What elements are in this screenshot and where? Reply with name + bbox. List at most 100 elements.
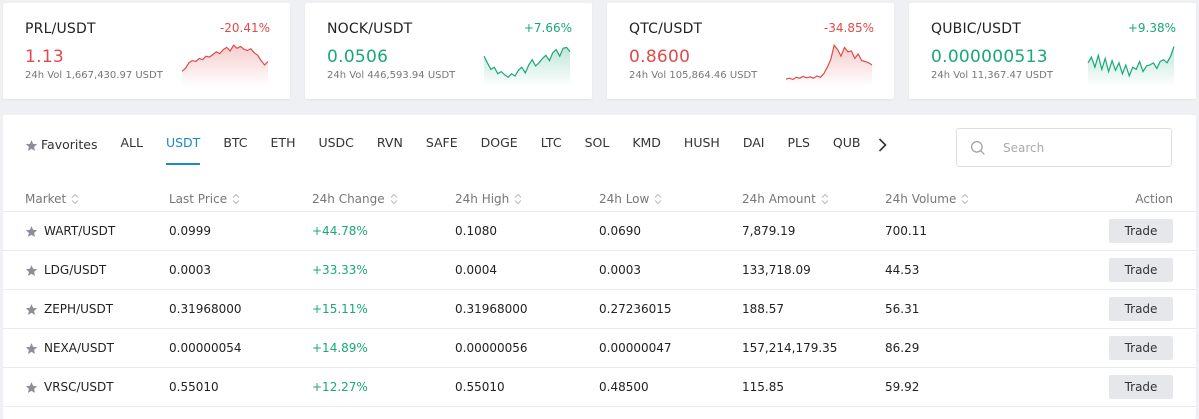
last-price: 0.55010 — [169, 380, 219, 394]
trade-button[interactable]: Trade — [1109, 297, 1173, 321]
tab-usdc[interactable]: USDC — [318, 133, 353, 157]
markets-page: PRL/USDT -20.41% 1.13 24h Vol 1,667,430.… — [0, 0, 1199, 419]
ticker-change: -20.41% — [219, 21, 270, 35]
sparkline-area — [484, 47, 570, 87]
ticker-card[interactable]: QTC/USDT -34.85% 0.8600 24h Vol 105,864.… — [607, 3, 894, 99]
tab-rvn[interactable]: RVN — [377, 133, 403, 157]
header-market[interactable]: Market — [25, 192, 79, 206]
header-label: 24h Change — [312, 191, 385, 206]
star-icon — [25, 139, 38, 151]
sparkline-area — [182, 45, 268, 87]
tab-dai[interactable]: DAI — [743, 133, 765, 157]
tab-hush[interactable]: HUSH — [684, 133, 720, 157]
market-cell: WART/USDT — [25, 224, 115, 238]
sparkline-chart — [181, 44, 269, 87]
table-row[interactable]: LDG/USDT 0.0003 +33.33% 0.0004 0.0003 13… — [3, 251, 1196, 290]
volume-value: 56.31 — [885, 302, 920, 316]
chevron-right-icon — [878, 138, 887, 152]
tab-favorites[interactable]: Favorites — [25, 133, 97, 157]
sparkline-chart — [1087, 46, 1175, 87]
header-last-price[interactable]: Last Price — [169, 192, 240, 206]
volume-value: 86.29 — [885, 341, 920, 355]
tab-btc[interactable]: BTC — [223, 133, 247, 157]
header-action: Action — [1135, 191, 1173, 206]
market-pair: VRSC/USDT — [44, 380, 114, 394]
ticker-card[interactable]: NOCK/USDT +7.66% 0.0506 24h Vol 446,593.… — [305, 3, 592, 99]
amount-value: 7,879.19 — [742, 224, 796, 238]
change-value: +33.33% — [312, 263, 368, 277]
tab-eth[interactable]: ETH — [271, 133, 296, 157]
market-table: Market Last Price 24h Change 24h High 24… — [3, 186, 1196, 407]
tab-qub[interactable]: QUB — [833, 133, 861, 157]
sort-icon — [654, 193, 662, 205]
market-cell: NEXA/USDT — [25, 341, 114, 355]
market-cell: LDG/USDT — [25, 263, 106, 277]
market-panel: Favorites ALL USDT BTC ETH USDC RVN SAFE… — [3, 115, 1196, 419]
ticker-card[interactable]: QUBIC/USDT +9.38% 0.000000513 24h Vol 11… — [909, 3, 1196, 99]
last-price: 0.31968000 — [169, 302, 242, 316]
sparkline-chart — [785, 43, 873, 87]
change-value: +14.89% — [312, 341, 368, 355]
sort-icon — [821, 193, 829, 205]
ticker-change: +9.38% — [1127, 21, 1176, 35]
header-label: Last Price — [169, 191, 228, 206]
high-value: 0.55010 — [455, 380, 505, 394]
star-icon[interactable] — [25, 225, 38, 238]
header-label: 24h Amount — [742, 191, 816, 206]
ticker-change: -34.85% — [823, 21, 874, 35]
table-row[interactable]: WART/USDT 0.0999 +44.78% 0.1080 0.0690 7… — [3, 212, 1196, 251]
trade-button[interactable]: Trade — [1109, 258, 1173, 282]
amount-value: 157,214,179.35 — [742, 341, 838, 355]
header-24h-change[interactable]: 24h Change — [312, 192, 398, 206]
sort-icon — [71, 193, 79, 205]
change-value: +15.11% — [312, 302, 368, 316]
search-icon — [971, 140, 985, 155]
header-24h-high[interactable]: 24h High — [455, 192, 522, 206]
high-value: 0.00000056 — [455, 341, 528, 355]
star-icon[interactable] — [25, 264, 38, 277]
header-24h-volume[interactable]: 24h Volume — [885, 192, 969, 206]
sparkline-chart — [483, 46, 571, 87]
market-tabs: Favorites ALL USDT BTC ETH USDC RVN SAFE… — [25, 133, 889, 165]
tab-usdt[interactable]: USDT — [165, 133, 201, 165]
search-input[interactable] — [1003, 140, 1153, 155]
star-icon[interactable] — [25, 303, 38, 316]
ticker-cards: PRL/USDT -20.41% 1.13 24h Vol 1,667,430.… — [3, 3, 1196, 99]
high-value: 0.1080 — [455, 224, 497, 238]
header-24h-low[interactable]: 24h Low — [599, 192, 662, 206]
tabs-next-button[interactable] — [875, 135, 889, 155]
tab-kmd[interactable]: KMD — [632, 133, 661, 157]
tab-sol[interactable]: SOL — [585, 133, 610, 157]
amount-value: 133,718.09 — [742, 263, 811, 277]
market-pair: NEXA/USDT — [44, 341, 115, 355]
tab-safe[interactable]: SAFE — [426, 133, 458, 157]
tab-pls[interactable]: PLS — [787, 133, 809, 157]
amount-value: 188.57 — [742, 302, 784, 316]
star-icon[interactable] — [25, 381, 38, 394]
table-row[interactable]: VRSC/USDT 0.55010 +12.27% 0.55010 0.4850… — [3, 368, 1196, 407]
header-24h-amount[interactable]: 24h Amount — [742, 192, 829, 206]
tab-label: Favorites — [41, 137, 98, 152]
star-icon[interactable] — [25, 342, 38, 355]
ticker-card[interactable]: PRL/USDT -20.41% 1.13 24h Vol 1,667,430.… — [3, 3, 290, 99]
trade-button[interactable]: Trade — [1109, 375, 1173, 399]
tab-all[interactable]: ALL — [120, 133, 142, 157]
search-box[interactable] — [956, 128, 1172, 167]
trade-button[interactable]: Trade — [1109, 336, 1173, 360]
low-value: 0.0690 — [599, 224, 641, 238]
last-price: 0.00000054 — [169, 341, 242, 355]
tab-ltc[interactable]: LTC — [541, 133, 562, 157]
volume-value: 44.53 — [885, 263, 920, 277]
market-cell: ZEPH/USDT — [25, 302, 113, 316]
volume-value: 59.92 — [885, 380, 920, 394]
trade-button[interactable]: Trade — [1109, 219, 1173, 243]
table-row[interactable]: ZEPH/USDT 0.31968000 +15.11% 0.31968000 … — [3, 290, 1196, 329]
tab-doge[interactable]: DOGE — [481, 133, 518, 157]
high-value: 0.31968000 — [455, 302, 528, 316]
sort-icon — [961, 193, 969, 205]
header-label: 24h Low — [599, 191, 650, 206]
change-value: +44.78% — [312, 224, 368, 238]
header-label: 24h Volume — [885, 191, 957, 206]
low-value: 0.00000047 — [599, 341, 672, 355]
table-row[interactable]: NEXA/USDT 0.00000054 +14.89% 0.00000056 … — [3, 329, 1196, 368]
